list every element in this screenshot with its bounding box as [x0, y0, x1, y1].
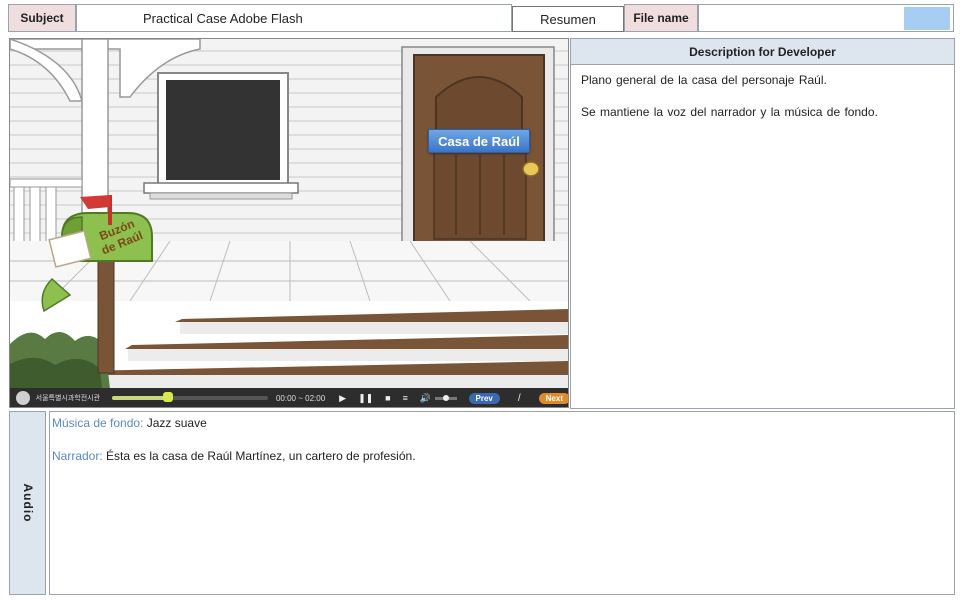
page-separator: /: [517, 392, 521, 404]
audio-value: Jazz suave: [146, 416, 207, 430]
audio-line-narrator: Narrador: Ésta es la casa de Raúl Martín…: [52, 449, 952, 463]
audio-line-music: Música de fondo: Jazz suave: [52, 416, 952, 430]
volume-handle[interactable]: [443, 394, 450, 401]
logo-icon: [16, 391, 30, 405]
stop-icon[interactable]: ■: [385, 393, 390, 403]
volume-icon[interactable]: 🔊: [420, 393, 431, 404]
audio-value: Ésta es la casa de Raúl Martínez, un car…: [106, 449, 416, 463]
file-name-indicator[interactable]: [904, 7, 950, 30]
subject-value: Practical Case Adobe Flash: [143, 10, 303, 26]
scene-illustration: [10, 39, 568, 389]
description-body: Plano general de la casa del personaje R…: [570, 65, 955, 409]
scene-preview: Casa de Raúl Buzón de Raúl 서울특별시과학전시관 00…: [9, 38, 569, 408]
resumen-button[interactable]: Resumen: [512, 6, 624, 32]
pause-icon[interactable]: ❚❚: [358, 393, 373, 404]
audio-key: Narrador:: [52, 449, 103, 463]
audio-body: Música de fondo: Jazz suave Narrador: És…: [49, 411, 955, 595]
door-label-text: Casa de Raúl: [438, 133, 520, 149]
player-logo-text: 서울특별시과학전시관: [35, 395, 101, 402]
time-readout: 00:00 ~ 02:00: [275, 393, 326, 403]
prev-button[interactable]: Prev: [468, 392, 500, 404]
resumen-label: Resumen: [540, 11, 596, 27]
play-icon[interactable]: ▶: [339, 393, 346, 404]
media-player-bar: 서울특별시과학전시관 00:00 ~ 02:00 ▶ ❚❚ ■ ≡ 🔊 Prev…: [10, 388, 568, 407]
audio-label-text: Audio: [20, 483, 35, 523]
subject-field[interactable]: Practical Case Adobe Flash: [76, 4, 512, 32]
volume-slider[interactable]: [435, 394, 457, 401]
subject-label: Subject: [8, 4, 76, 32]
subject-label-text: Subject: [20, 11, 64, 25]
progress-handle[interactable]: [163, 392, 174, 402]
description-line: Se mantiene la voz del narrador y la mús…: [581, 105, 878, 119]
list-icon[interactable]: ≡: [403, 393, 408, 403]
audio-key: Música de fondo:: [52, 416, 144, 430]
description-line: Plano general de la casa del personaje R…: [581, 73, 827, 87]
next-button[interactable]: Next: [538, 392, 568, 404]
file-name-label-text: File name: [633, 11, 689, 25]
description-title: Description for Developer: [689, 44, 836, 59]
audio-side-label: Audio: [9, 411, 46, 595]
progress-track[interactable]: [112, 392, 268, 402]
file-name-label: File name: [624, 4, 698, 32]
description-header: Description for Developer: [570, 38, 955, 65]
door-label-button[interactable]: Casa de Raúl: [428, 129, 530, 153]
progress-fill: [112, 396, 169, 400]
